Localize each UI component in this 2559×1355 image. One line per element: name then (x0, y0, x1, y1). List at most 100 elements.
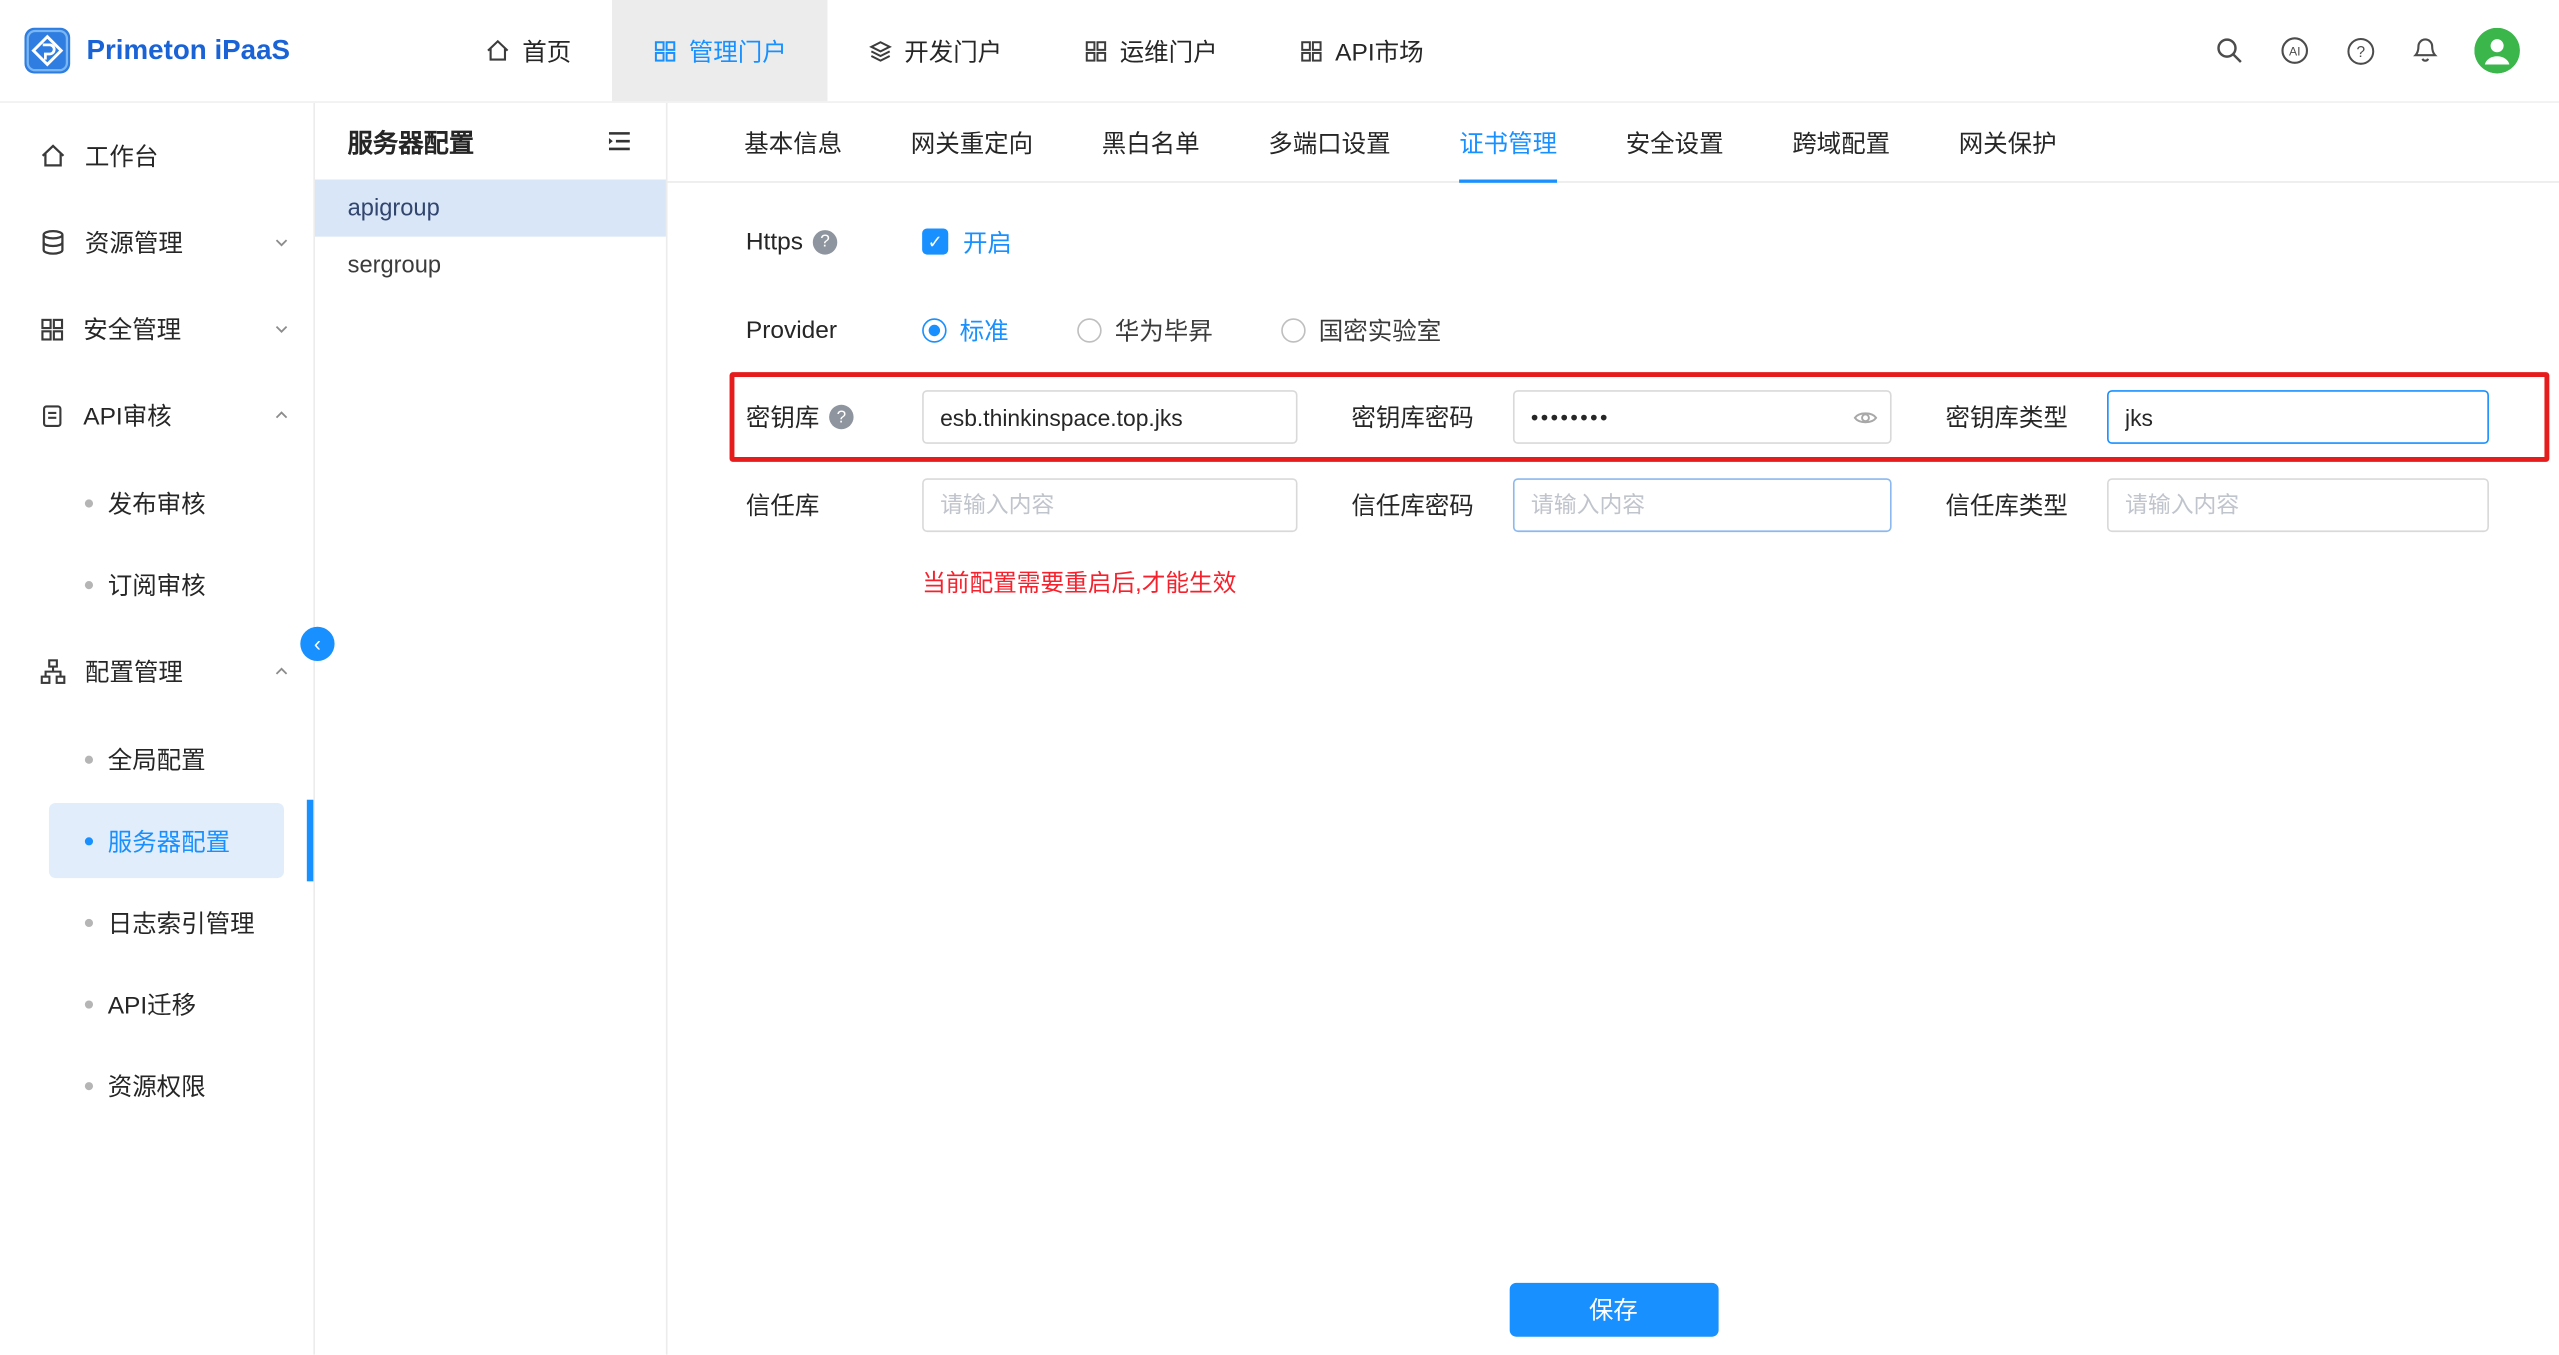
sidebar-sub-resource-permission[interactable]: 资源权限 (49, 1048, 284, 1123)
radio-label: 国密实验室 (1319, 313, 1441, 347)
sidebar-sub-global-config[interactable]: 全局配置 (49, 721, 284, 796)
sidebar-sub-server-config[interactable]: 服务器配置 (49, 803, 284, 878)
bullet-dot (85, 755, 93, 763)
server-config-panel: 服务器配置 apigroup sergroup (315, 103, 668, 1355)
cert-form: Https ? ✓ 开启 Provider 标准 (668, 183, 2559, 599)
server-group-item-apigroup[interactable]: apigroup (315, 180, 666, 237)
provider-radio-standard[interactable]: 标准 (922, 313, 1009, 347)
topnav-dev-portal[interactable]: 开发门户 (828, 0, 1043, 101)
provider-label-text: Provider (746, 316, 837, 344)
truststore-password-input[interactable] (1513, 477, 1892, 531)
sidebar-item-api-audit[interactable]: API审核 (0, 372, 313, 459)
panel-header: 服务器配置 (315, 103, 666, 180)
sidebar-sub-label: 服务器配置 (108, 823, 230, 857)
sidebar-sub-label: API迁移 (108, 987, 196, 1021)
chevron-up-icon (273, 663, 291, 681)
keystore-input[interactable] (922, 390, 1297, 444)
ai-assistant-icon[interactable]: AI (2278, 34, 2311, 67)
sidebar-item-config-mgmt[interactable]: 配置管理 (0, 628, 313, 715)
https-checkbox[interactable]: ✓ (922, 228, 948, 254)
radio-label: 华为毕昇 (1115, 313, 1213, 347)
tab-bar: 基本信息 网关重定向 黑白名单 多端口设置 证书管理 安全设置 跨域配置 网关保… (668, 103, 2559, 183)
server-group-label: sergroup (348, 252, 441, 278)
eye-icon[interactable] (1852, 404, 1878, 430)
sidebar-sub-subscribe-audit[interactable]: 订阅审核 (49, 547, 284, 622)
server-group-item-sergroup[interactable]: sergroup (315, 237, 666, 294)
sidebar-item-label: 资源管理 (85, 225, 183, 259)
sidebar-sub-label: 日志索引管理 (108, 905, 255, 939)
topnav-admin-portal-label: 管理门户 (689, 33, 787, 67)
provider-radio-huawei-bisheng[interactable]: 华为毕昇 (1077, 313, 1212, 347)
tab-multiport-settings[interactable]: 多端口设置 (1268, 103, 1390, 181)
tab-blacklist-whitelist[interactable]: 黑白名单 (1102, 103, 1200, 181)
save-button[interactable]: 保存 (1509, 1283, 1718, 1337)
keystore-row-highlighted: 密钥库 ? 密钥库密码 密钥库类型 (730, 372, 2550, 462)
svg-text:AI: AI (2289, 44, 2301, 58)
provider-row: Provider 标准 华为毕昇 国密实验室 (746, 302, 2559, 357)
bell-icon[interactable] (2411, 36, 2440, 65)
truststore-input[interactable] (922, 477, 1297, 531)
restart-notice: 当前配置需要重启后,才能生效 (922, 565, 2559, 599)
sidebar-item-resource-mgmt[interactable]: 资源管理 (0, 199, 313, 286)
topnav-ops-portal-label: 运维门户 (1120, 33, 1218, 67)
sidebar-sub-publish-audit[interactable]: 发布审核 (49, 465, 284, 540)
topnav-api-market[interactable]: API市场 (1258, 0, 1464, 101)
keystore-password-label: 密钥库密码 (1351, 400, 1513, 434)
topnav-home[interactable]: 首页 (444, 0, 612, 101)
topnav-ops-portal[interactable]: 运维门户 (1043, 0, 1258, 101)
https-help-icon[interactable]: ? (813, 229, 837, 253)
truststore-label: 信任库 (746, 487, 922, 521)
sidebar-collapse-toggle[interactable]: ‹ (300, 627, 334, 661)
radio-label: 标准 (960, 313, 1009, 347)
bullet-dot (85, 918, 93, 926)
user-avatar[interactable] (2474, 28, 2520, 74)
keystore-password-wrap (1513, 390, 1892, 444)
topnav: 首页 管理门户 开发门户 (444, 0, 1464, 101)
provider-label: Provider (746, 316, 922, 344)
tab-cors-config[interactable]: 跨域配置 (1792, 103, 1890, 181)
sidebar-item-label: API审核 (83, 398, 171, 432)
help-circle-icon[interactable]: ? (2345, 35, 2376, 66)
page-body: 工作台 资源管理 (0, 103, 2559, 1355)
sidebar-item-security-mgmt[interactable]: 安全管理 (0, 286, 313, 373)
keystore-help-icon[interactable]: ? (829, 405, 853, 429)
tab-label: 安全设置 (1626, 125, 1724, 159)
topnav-api-market-label: API市场 (1335, 33, 1423, 67)
sidebar-sub-label: 发布审核 (108, 486, 206, 520)
sidebar-sub-log-index-mgmt[interactable]: 日志索引管理 (49, 885, 284, 960)
tab-label: 跨域配置 (1792, 125, 1890, 159)
provider-radio-gm-lab[interactable]: 国密实验室 (1281, 313, 1441, 347)
radio-icon (1281, 317, 1305, 341)
keystore-password-input[interactable] (1513, 390, 1892, 444)
layers-icon (868, 38, 892, 62)
search-icon[interactable] (2215, 36, 2244, 65)
https-label-text: Https (746, 228, 803, 256)
keystore-type-input[interactable] (2107, 390, 2489, 444)
bullet-dot (85, 1081, 93, 1089)
main-content: 基本信息 网关重定向 黑白名单 多端口设置 证书管理 安全设置 跨域配置 网关保… (668, 103, 2559, 1355)
bullet-dot (85, 1000, 93, 1008)
keystore-label: 密钥库 ? (746, 400, 922, 434)
sitemap-icon (39, 658, 67, 686)
radio-icon (1077, 317, 1101, 341)
grid-icon (39, 316, 65, 342)
tab-gateway-protection[interactable]: 网关保护 (1959, 103, 2057, 181)
topnav-dev-portal-label: 开发门户 (904, 33, 1002, 67)
topnav-home-label: 首页 (522, 33, 571, 67)
document-icon (39, 402, 65, 428)
truststore-label-text: 信任库 (746, 487, 819, 521)
tab-basic-info[interactable]: 基本信息 (744, 103, 842, 181)
sidebar-sub-api-migration[interactable]: API迁移 (49, 966, 284, 1041)
server-group-label: apigroup (348, 195, 440, 221)
truststore-type-input[interactable] (2107, 477, 2489, 531)
menu-fold-icon[interactable] (606, 127, 634, 155)
sidebar-item-workbench[interactable]: 工作台 (0, 113, 313, 200)
sidebar-sub-label: 全局配置 (108, 742, 206, 776)
radio-icon (922, 317, 946, 341)
tab-cert-management[interactable]: 证书管理 (1459, 103, 1557, 181)
tab-label: 基本信息 (744, 125, 842, 159)
topnav-admin-portal[interactable]: 管理门户 (612, 0, 827, 101)
bullet-dot (85, 580, 93, 588)
tab-security-settings[interactable]: 安全设置 (1626, 103, 1724, 181)
tab-gateway-redirect[interactable]: 网关重定向 (911, 103, 1033, 181)
